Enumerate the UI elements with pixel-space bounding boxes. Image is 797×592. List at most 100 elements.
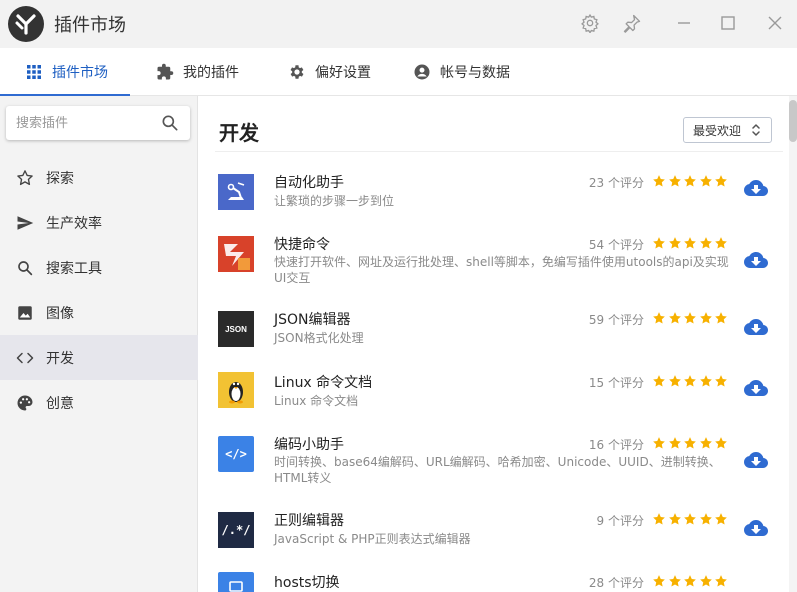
plugin-stars xyxy=(652,574,730,590)
star-icon xyxy=(715,237,727,249)
sidebar-item-label: 探索 xyxy=(46,170,74,187)
tab-my-plugins[interactable]: 我的插件 xyxy=(155,48,239,96)
search-icon[interactable] xyxy=(160,113,180,133)
close-icon[interactable] xyxy=(762,10,788,36)
star-icon xyxy=(684,437,696,449)
plugin-stars xyxy=(652,311,730,327)
plugin-stars xyxy=(652,512,730,528)
palette-icon xyxy=(15,393,35,413)
sort-select[interactable]: 最受欢迎 xyxy=(683,117,772,143)
magnifier-icon xyxy=(15,258,35,278)
star-icon xyxy=(684,175,696,187)
plugin-description: 快速打开软件、网址及运行批处理、shell等脚本，免编写插件使用utools的a… xyxy=(274,255,729,285)
cloud-download-icon[interactable] xyxy=(744,315,768,339)
image-icon xyxy=(15,303,35,323)
star-icon xyxy=(715,312,727,324)
sidebar-item-productivity[interactable]: 生产效率 xyxy=(0,200,198,245)
plugin-rating-count: 59 个评分 xyxy=(588,313,644,327)
cloud-download-icon[interactable] xyxy=(744,376,768,400)
plugin-stars xyxy=(652,174,730,190)
star-icon xyxy=(715,375,727,387)
star-icon xyxy=(668,175,681,187)
json-icon-label: JSON xyxy=(225,324,247,334)
automation-helper-icon xyxy=(218,174,254,210)
sidebar-item-search-tools[interactable]: 搜索工具 xyxy=(0,245,198,290)
code-icon xyxy=(15,348,35,368)
search-input[interactable] xyxy=(16,112,156,134)
scrollbar-thumb[interactable] xyxy=(789,100,797,142)
plugin-rating-count: 23 个评分 xyxy=(588,176,644,190)
json-editor-icon: JSON xyxy=(218,311,254,347)
tab-preferences[interactable]: 偏好设置 xyxy=(287,48,371,96)
plugin-name: Linux 命令文档 xyxy=(274,375,373,391)
tab-label: 偏好设置 xyxy=(315,65,371,81)
minimize-icon[interactable] xyxy=(671,10,697,36)
account-icon xyxy=(412,62,432,82)
sidebar-item-label: 图像 xyxy=(46,305,74,322)
settings-gear-icon[interactable] xyxy=(577,10,603,36)
tab-account-data[interactable]: 帐号与数据 xyxy=(412,48,510,96)
star-icon xyxy=(699,513,712,525)
star-icon xyxy=(699,175,712,187)
chevron-up-down-icon xyxy=(749,122,763,138)
sidebar-item-label: 创意 xyxy=(46,395,74,412)
sidebar-item-label: 生产效率 xyxy=(46,215,102,232)
star-icon xyxy=(668,237,681,249)
star-icon xyxy=(668,437,681,449)
plugin-description: 让繁琐的步骤一步到位 xyxy=(274,194,395,208)
star-icon xyxy=(684,237,696,249)
scrollbar-track[interactable] xyxy=(789,96,797,592)
star-icon xyxy=(699,237,712,249)
star-icon xyxy=(715,513,727,525)
cloud-download-icon[interactable] xyxy=(744,248,768,272)
star-icon xyxy=(699,575,712,587)
cloud-download-icon[interactable] xyxy=(744,516,768,540)
plugin-rating-count: 15 个评分 xyxy=(588,376,644,390)
pin-icon[interactable] xyxy=(619,10,645,36)
plugin-name: 自动化助手 xyxy=(274,175,344,191)
sidebar-item-image[interactable]: 图像 xyxy=(0,290,198,335)
tab-label: 我的插件 xyxy=(183,65,239,81)
star-icon xyxy=(668,312,681,324)
utools-logo-icon xyxy=(8,6,44,42)
section-title: 开发 xyxy=(219,121,259,145)
tab-label: 帐号与数据 xyxy=(440,65,510,81)
title-bar: 插件市场 xyxy=(0,0,797,48)
star-icon xyxy=(684,312,696,324)
sidebar-item-creative[interactable]: 创意 xyxy=(0,380,198,425)
star-icon xyxy=(699,437,712,449)
sidebar-item-label: 开发 xyxy=(46,350,74,367)
grid-icon xyxy=(24,62,44,82)
star-icon xyxy=(668,375,681,387)
star-icon xyxy=(715,437,727,449)
cloud-download-icon[interactable] xyxy=(744,176,768,200)
tab-bar: 插件市场 我的插件 偏好设置 帐号与数据 xyxy=(0,48,797,96)
star-icon xyxy=(653,375,665,387)
sidebar-item-explore[interactable]: 探索 xyxy=(0,155,198,200)
star-icon xyxy=(699,312,712,324)
app-title: 插件市场 xyxy=(54,15,126,36)
plugin-stars xyxy=(652,436,730,452)
star-icon xyxy=(699,375,712,387)
puzzle-icon xyxy=(155,62,175,82)
tab-plugin-market[interactable]: 插件市场 xyxy=(24,48,108,96)
cloud-download-icon[interactable] xyxy=(744,448,768,472)
sidebar: 探索 生产效率 搜索工具 图像 开发 xyxy=(0,96,198,592)
star-icon xyxy=(653,513,665,525)
code-icon-label: </> xyxy=(225,447,247,461)
plugin-stars xyxy=(652,236,730,252)
star-icon xyxy=(715,575,727,587)
plugin-stars xyxy=(652,374,730,390)
plugin-rating-count: 16 个评分 xyxy=(588,438,644,452)
sidebar-item-development[interactable]: 开发 xyxy=(0,335,198,380)
regex-icon-label: /.*/ xyxy=(221,523,251,537)
send-icon xyxy=(15,213,35,233)
star-icon xyxy=(684,513,696,525)
star-icon xyxy=(653,312,665,324)
maximize-icon[interactable] xyxy=(715,10,741,36)
plugin-name: 正则编辑器 xyxy=(274,513,344,529)
gear-icon xyxy=(287,62,307,82)
star-outline-icon xyxy=(15,168,35,188)
star-icon xyxy=(653,175,665,187)
main-content: 开发 最受欢迎 自动化助手 让繁琐的步骤一步到位 23 个评分 快捷命令 快速打… xyxy=(199,96,797,592)
